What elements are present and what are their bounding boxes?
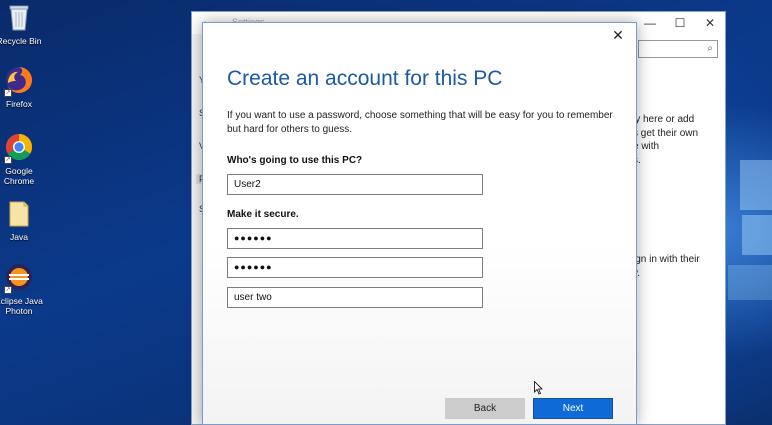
wallpaper-light-pane [728,265,772,300]
password-hint-field[interactable]: user two [227,287,483,308]
close-window-button[interactable]: ✕ [695,14,725,32]
dialog-close-button[interactable]: ✕ [608,26,628,44]
desktop-icon-recycle-bin[interactable]: Recycle Bin [0,2,42,46]
background-text: ign in with their y. [633,254,700,279]
desktop-icon-eclipse[interactable]: ↗ Eclipse Java Photon [0,262,43,316]
background-text: ly here or add s get their own e with s. [633,114,699,166]
desktop-icon-label: Firefox [6,99,32,109]
mouse-cursor-icon [534,380,544,395]
secure-heading: Make it secure. [227,209,299,220]
shortcut-arrow-icon: ↗ [4,156,12,164]
dialog-title: Create an account for this PC [227,67,503,90]
create-account-dialog: ✕ Create an account for this PC If you w… [202,22,637,425]
desktop-icon-firefox[interactable]: ↗ Firefox [0,65,42,109]
wallpaper-light-pane [740,160,772,210]
settings-sidebar [192,34,202,424]
firefox-icon: ↗ [4,65,34,97]
username-heading: Who's going to use this PC? [227,155,363,166]
desktop-icon-label: Recycle Bin [0,36,42,46]
search-icon: ⌕ [707,43,713,54]
folder-icon [4,198,34,228]
settings-search-input[interactable]: ⌕ [638,40,718,58]
back-button[interactable]: Back [445,398,525,419]
username-field[interactable]: User2 [227,174,483,195]
minimize-button[interactable]: — [635,14,665,32]
desktop-icon-label: Google Chrome [3,166,35,186]
shortcut-arrow-icon: ↗ [4,286,12,294]
recycle-bin-icon [4,2,34,32]
desktop-icon-label: Eclipse Java Photon [0,296,43,316]
eclipse-icon: ↗ [4,262,34,294]
maximize-button[interactable]: ☐ [665,14,695,32]
reenter-password-field[interactable]: ●●●●●● [227,257,483,278]
desktop-icon-java[interactable]: Java [0,198,42,242]
next-button[interactable]: Next [533,398,613,419]
shortcut-arrow-icon: ↗ [4,89,12,97]
wallpaper-light-pane [742,215,772,255]
desktop-icon-chrome[interactable]: ↗ Google Chrome [0,132,42,186]
dialog-description: If you want to use a password, choose so… [227,110,613,135]
chrome-icon: ↗ [4,132,34,164]
desktop-icon-label: Java [10,232,28,242]
password-field[interactable]: ●●●●●● [227,228,483,249]
